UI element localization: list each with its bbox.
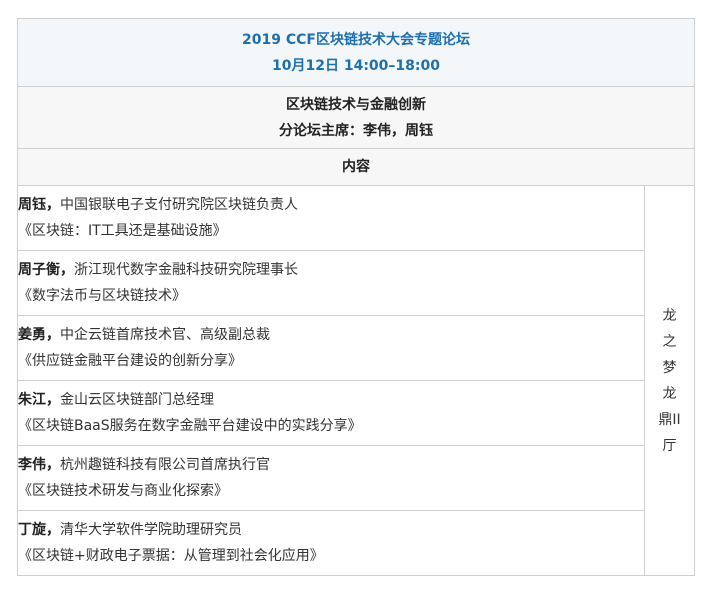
forum-header-cell: 区块链技术与金融创新 分论坛主席：李伟，周钰 <box>16 86 696 149</box>
venue-char: 厅 <box>662 437 677 454</box>
venue-cell: 龙 之 梦 龙 鼎II 厅 <box>643 185 696 576</box>
talk-cell: 朱江，金山云区块链部门总经理 《区块链BaaS服务在数字金融平台建设中的实践分享… <box>17 380 645 446</box>
speaker-name: 周子衡， <box>18 262 74 278</box>
content-label: 内容 <box>342 159 370 175</box>
speaker-line: 周钰，中国银联电子支付研究院区块链负责人 <box>18 192 644 218</box>
talk-topic: 《区块链BaaS服务在数字金融平台建设中的实践分享》 <box>18 418 362 434</box>
table-row: 李伟，杭州趣链科技有限公司首席执行官 《区块链技术研发与商业化探索》 <box>17 445 695 511</box>
venue-char: 鼎II <box>658 411 681 428</box>
venue-char: 梦 <box>662 359 677 376</box>
content-label-row: 内容 <box>16 148 696 186</box>
conference-header-cell: 2019 CCF区块链技术大会专题论坛 10月12日 14:00–18:00 <box>16 18 696 87</box>
forum-schedule-table: 2019 CCF区块链技术大会专题论坛 10月12日 14:00–18:00 区… <box>16 18 696 576</box>
venue-char: 龙 <box>662 307 677 324</box>
venue-char: 龙 <box>662 385 677 402</box>
talk-cell: 姜勇，中企云链首席技术官、高级副总裁 《供应链金融平台建设的创新分享》 <box>17 315 645 381</box>
page: 2019 CCF区块链技术大会专题论坛 10月12日 14:00–18:00 区… <box>0 0 710 600</box>
forum-row: 区块链技术与金融创新 分论坛主席：李伟，周钰 <box>16 86 696 149</box>
talk-topic: 《区块链：IT工具还是基础设施》 <box>18 223 227 239</box>
speaker-affiliation: 浙江现代数字金融科技研究院理事长 <box>74 262 298 278</box>
table-row: 朱江，金山云区块链部门总经理 《区块链BaaS服务在数字金融平台建设中的实践分享… <box>17 380 695 446</box>
speaker-affiliation: 中企云链首席技术官、高级副总裁 <box>60 327 270 343</box>
speaker-line: 周子衡，浙江现代数字金融科技研究院理事长 <box>18 257 644 283</box>
talk-topic: 《区块链技术研发与商业化探索》 <box>18 483 228 499</box>
table-row: 周钰，中国银联电子支付研究院区块链负责人 《区块链：IT工具还是基础设施》 龙 … <box>17 185 696 576</box>
speaker-line: 李伟，杭州趣链科技有限公司首席执行官 <box>18 452 644 478</box>
content-label-cell: 内容 <box>16 148 696 186</box>
conference-title: 2019 CCF区块链技术大会专题论坛 <box>242 31 470 48</box>
talk-cell: 李伟，杭州趣链科技有限公司首席执行官 《区块链技术研发与商业化探索》 <box>17 445 645 511</box>
table-row: 姜勇，中企云链首席技术官、高级副总裁 《供应链金融平台建设的创新分享》 <box>17 315 695 381</box>
talk-topic: 《供应链金融平台建设的创新分享》 <box>18 353 242 369</box>
speaker-name: 周钰， <box>18 197 60 213</box>
speaker-name: 李伟， <box>18 457 60 473</box>
speaker-affiliation: 金山云区块链部门总经理 <box>60 392 214 408</box>
table-row: 周子衡，浙江现代数字金融科技研究院理事长 《数字法币与区块链技术》 <box>17 250 695 316</box>
speaker-name: 姜勇， <box>18 327 60 343</box>
talk-cell: 周子衡，浙江现代数字金融科技研究院理事长 《数字法币与区块链技术》 <box>17 250 645 316</box>
speaker-line: 朱江，金山云区块链部门总经理 <box>18 387 644 413</box>
forum-name: 区块链技术与金融创新 <box>286 96 426 113</box>
header-row: 2019 CCF区块链技术大会专题论坛 10月12日 14:00–18:00 <box>16 18 696 87</box>
speaker-name: 丁旋， <box>18 522 60 538</box>
table-row: 丁旋，清华大学软件学院助理研究员 《区块链+财政电子票据：从管理到社会化应用》 <box>17 510 695 576</box>
speaker-name: 朱江， <box>18 392 60 408</box>
speaker-affiliation: 杭州趣链科技有限公司首席执行官 <box>60 457 270 473</box>
talk-cell: 丁旋，清华大学软件学院助理研究员 《区块链+财政电子票据：从管理到社会化应用》 <box>17 510 645 576</box>
talk-topic: 《区块链+财政电子票据：从管理到社会化应用》 <box>18 548 324 564</box>
talk-cell: 周钰，中国银联电子支付研究院区块链负责人 《区块链：IT工具还是基础设施》 <box>17 185 645 251</box>
speaker-affiliation: 中国银联电子支付研究院区块链负责人 <box>60 197 298 213</box>
forum-chairs: 分论坛主席：李伟，周钰 <box>279 122 433 139</box>
talk-topic: 《数字法币与区块链技术》 <box>18 288 186 304</box>
speaker-line: 姜勇，中企云链首席技术官、高级副总裁 <box>18 322 644 348</box>
venue-char: 之 <box>662 333 677 350</box>
conference-time: 10月12日 14:00–18:00 <box>272 57 440 74</box>
speaker-line: 丁旋，清华大学软件学院助理研究员 <box>18 517 644 543</box>
speaker-affiliation: 清华大学软件学院助理研究员 <box>60 522 242 538</box>
